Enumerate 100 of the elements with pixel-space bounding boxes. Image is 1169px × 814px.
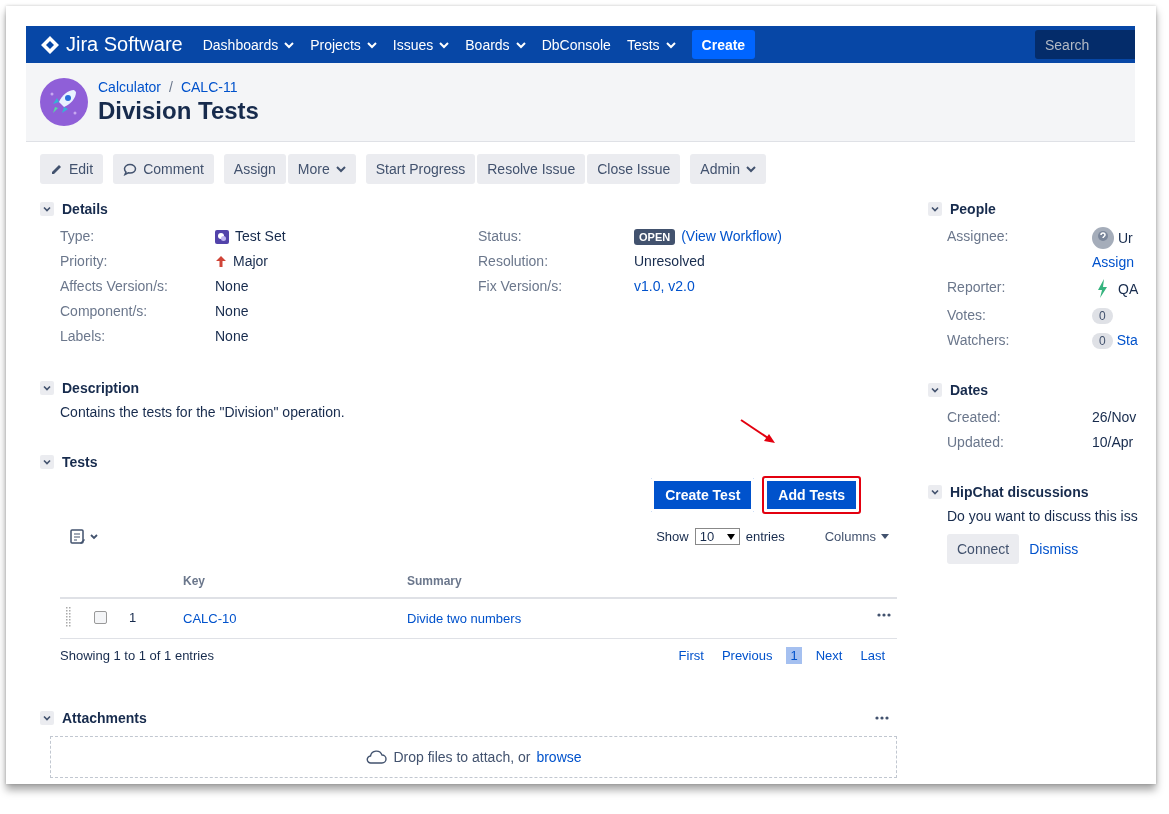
chevron-down-icon — [366, 40, 377, 49]
drop-text: Drop files to attach, or — [393, 749, 531, 765]
field-label: Labels: — [60, 327, 107, 346]
dismiss-link[interactable]: Dismiss — [1029, 541, 1079, 557]
test-set-icon — [215, 229, 229, 244]
field-label: Updated: — [947, 433, 1005, 452]
status-lozenge: OPEN — [634, 228, 676, 245]
nav-menu-item[interactable]: Issues — [384, 26, 458, 63]
field-value: None — [215, 277, 249, 296]
connect-button[interactable]: Connect — [947, 534, 1020, 564]
pagination-link[interactable]: 1 — [786, 647, 802, 664]
assign-link[interactable]: Assign — [1092, 253, 1139, 272]
issue-title: Division Tests — [98, 97, 259, 125]
chevron-down-icon — [43, 459, 51, 465]
caret-down-icon — [881, 534, 889, 539]
nav-menu-item[interactable]: Boards — [457, 26, 534, 63]
breadcrumb-link[interactable]: CALC-11 — [180, 79, 238, 95]
speech-bubble-icon — [123, 162, 138, 176]
toolbar-button[interactable]: Assign — [223, 154, 286, 184]
user-avatar-icon — [1092, 227, 1114, 249]
chevron-down-icon — [439, 40, 450, 49]
breadcrumb-link[interactable]: Calculator — [98, 79, 162, 95]
entries-label: entries — [745, 529, 785, 544]
workflow-link[interactable]: (View Workflow) — [681, 227, 782, 246]
row-number: 1 — [129, 609, 137, 625]
field-value: None — [215, 302, 249, 321]
caret-down-icon — [726, 533, 735, 540]
toolbar-button[interactable]: Admin — [690, 154, 766, 184]
browse-link[interactable]: browse — [536, 749, 582, 765]
field-label: Created: — [947, 408, 1002, 427]
primary-button[interactable]: Add Tests — [762, 476, 861, 514]
chevron-down-icon — [335, 165, 346, 173]
issue-key-link[interactable]: CALC-10 — [183, 611, 237, 626]
diamond-logo-icon — [40, 34, 60, 55]
chevron-down-icon — [931, 206, 939, 212]
toggle-button[interactable] — [40, 202, 54, 216]
chevron-down-icon — [284, 40, 295, 49]
field-label: Resolution: — [478, 252, 550, 271]
chevron-down-icon — [43, 206, 51, 212]
row-checkbox[interactable] — [94, 610, 107, 624]
project-avatar-icon — [40, 78, 88, 126]
nav-menu-item[interactable]: DbConsole — [533, 26, 619, 63]
summary-link[interactable]: Divide two numbers — [407, 611, 522, 626]
toggle-button[interactable] — [928, 383, 942, 397]
chevron-down-icon — [931, 489, 939, 495]
field-label: Priority: — [60, 252, 109, 271]
primary-button[interactable]: Create Test — [649, 476, 757, 514]
field-label: Watchers: — [947, 331, 1011, 350]
breadcrumb-separator: / — [169, 79, 173, 95]
field-label: Assignee: — [947, 227, 1010, 246]
arrow-up-icon — [215, 255, 227, 268]
field-label: Component/s: — [60, 302, 149, 321]
pointer-arrow — [739, 418, 777, 446]
drag-handle-icon[interactable] — [66, 607, 72, 627]
nav-menu-item[interactable]: Tests — [618, 26, 684, 63]
chevron-down-icon — [746, 165, 756, 173]
entries-info: Showing 1 to 1 of 1 entries — [60, 648, 214, 663]
count-badge: 0 — [1092, 307, 1113, 324]
nav-menu-item[interactable]: Projects — [302, 26, 385, 63]
pagination-link[interactable]: First — [674, 647, 708, 664]
toggle-button[interactable] — [928, 485, 942, 499]
column-header: Summary — [406, 565, 822, 598]
toolbar-button[interactable]: Start Progress — [365, 154, 476, 184]
more-options-icon[interactable] — [875, 716, 889, 720]
nav-menu-item[interactable]: Dashboards — [194, 26, 303, 63]
columns-dropdown[interactable]: Columns — [824, 529, 889, 544]
drop-zone[interactable]: Drop files to attach, or browse — [50, 736, 897, 778]
chevron-down-icon — [43, 715, 51, 721]
chevron-down-icon — [665, 40, 676, 49]
pagination-link[interactable]: Last — [856, 647, 889, 664]
toggle-button[interactable] — [40, 455, 54, 469]
section-title: HipChat discussions — [950, 484, 1089, 500]
toolbar-button[interactable]: Comment — [113, 154, 214, 184]
watch-link[interactable]: Sta — [1116, 331, 1138, 350]
pagination-link[interactable]: Previous — [717, 647, 777, 664]
toggle-button[interactable] — [40, 711, 54, 725]
entries-select[interactable]: 10 — [694, 528, 740, 545]
toolbar-button[interactable]: Close Issue — [587, 154, 681, 184]
date-value: 10/Apr — [1092, 433, 1135, 452]
version-link[interactable]: v1.0, v2.0 — [634, 277, 695, 296]
search-field[interactable]: Search — [1035, 30, 1135, 59]
create-button[interactable]: Create — [691, 30, 756, 59]
field-value: Test Set — [235, 227, 286, 246]
field-value: None — [215, 327, 249, 346]
pagination-link[interactable]: Next — [811, 647, 847, 664]
field-label: Status: — [478, 227, 523, 246]
section-title: Tests — [62, 454, 98, 470]
toolbar-button[interactable]: Edit — [40, 154, 104, 184]
field-label: Votes: — [947, 306, 987, 325]
chevron-down-icon — [515, 40, 526, 49]
field-value: Ur — [1118, 228, 1133, 248]
toggle-button[interactable] — [928, 202, 942, 216]
field-label: Type: — [60, 227, 96, 246]
more-options-icon[interactable] — [877, 613, 891, 617]
section-title: Dates — [950, 382, 989, 398]
field-value: QA — [1118, 279, 1139, 299]
toolbar-button[interactable]: More — [287, 154, 356, 184]
toggle-button[interactable] — [40, 381, 54, 395]
toolbar-button[interactable]: Resolve Issue — [477, 154, 586, 184]
product-logo[interactable]: Jira Software — [66, 33, 183, 56]
